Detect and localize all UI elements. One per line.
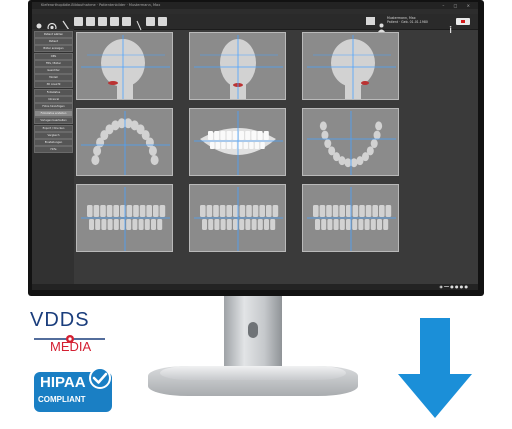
face-right-image bbox=[307, 35, 396, 99]
face-left-image bbox=[81, 35, 170, 99]
draw-line-icon[interactable] bbox=[62, 16, 70, 31]
hipaa-subtitle: COMPLIANT bbox=[38, 395, 86, 404]
camera-icon[interactable] bbox=[46, 17, 58, 33]
layout-grid-icon[interactable] bbox=[74, 17, 83, 26]
photo-face-front[interactable] bbox=[189, 32, 286, 100]
sidebar-item[interactable]: Einstellungen bbox=[34, 139, 73, 146]
compare-icon[interactable] bbox=[158, 17, 167, 26]
download-arrow-icon bbox=[398, 318, 472, 424]
toolbar: Mustermann, Max Patient · Geb. 01.01.198… bbox=[32, 14, 478, 33]
arch-lower-image bbox=[307, 111, 396, 175]
photo-teeth-left[interactable] bbox=[76, 184, 173, 252]
record-button[interactable] bbox=[456, 18, 470, 25]
vdds-media-text: MEDIA bbox=[50, 339, 92, 354]
checkmark-icon bbox=[88, 366, 112, 394]
photo-face-left[interactable] bbox=[76, 32, 173, 100]
import-photo-icon[interactable] bbox=[86, 17, 95, 26]
sidebar-item[interactable]: Bilder anzeigen bbox=[34, 45, 73, 53]
cable-hole bbox=[248, 322, 258, 338]
sidebar-item[interactable]: Modell bbox=[34, 74, 73, 82]
sidebar-item[interactable]: Patient wählen bbox=[34, 31, 73, 38]
sidebar-item[interactable]: Vorlagen bearbeiten bbox=[34, 117, 73, 125]
zoom-controls[interactable]: ◉ ━━ ● ● ● ● bbox=[439, 284, 468, 290]
sidebar-item[interactable]: Hilfe bbox=[34, 146, 73, 154]
patient-avatar bbox=[378, 17, 385, 32]
user-icon[interactable] bbox=[35, 17, 43, 32]
photo-arch-lower[interactable] bbox=[302, 108, 399, 176]
export-icon[interactable] bbox=[146, 17, 155, 26]
teeth-front-image bbox=[194, 187, 283, 251]
photo-smile[interactable] bbox=[189, 108, 286, 176]
separator-icon bbox=[136, 16, 142, 31]
arch-upper-image bbox=[81, 111, 170, 175]
face-front-image bbox=[194, 35, 283, 99]
window-title: Kieferorthopädie-Bildaufnahme · Patiente… bbox=[41, 3, 161, 7]
photo-teeth-front[interactable] bbox=[189, 184, 286, 252]
patient-info: Mustermann, Max Patient · Geb. 01.01.198… bbox=[387, 16, 445, 27]
sidebar-item[interactable]: Export / Drucken bbox=[34, 124, 73, 132]
patient-details: Patient · Geb. 01.01.1980 bbox=[387, 20, 428, 24]
sidebar-item[interactable]: FRS / Bilder bbox=[34, 59, 73, 67]
photo-face-right[interactable] bbox=[302, 32, 399, 100]
sidebar-item[interactable]: Fotostatus bbox=[34, 88, 73, 96]
print-icon[interactable] bbox=[122, 17, 131, 26]
app-screen: Kieferorthopädie-Bildaufnahme · Patiente… bbox=[32, 2, 478, 290]
teeth-left-image bbox=[81, 187, 170, 251]
face-view-icon[interactable] bbox=[98, 17, 107, 26]
sidebar: Patient wählen Patient Bilder anzeigen OPG F… bbox=[32, 29, 74, 290]
sidebar-item[interactable]: OPG bbox=[34, 52, 73, 60]
smile-image bbox=[194, 111, 283, 175]
hipaa-title: HIPAA bbox=[40, 374, 86, 391]
photo-arch-upper[interactable] bbox=[76, 108, 173, 176]
status-bar: ◉ ━━ ● ● ● ● bbox=[32, 284, 478, 290]
photo-teeth-right[interactable] bbox=[302, 184, 399, 252]
info-icon[interactable] bbox=[448, 18, 453, 33]
monitor-icon[interactable] bbox=[366, 17, 375, 25]
monitor-stand-base-top bbox=[160, 366, 346, 380]
sidebar-item[interactable]: Patient bbox=[34, 38, 73, 46]
teeth-right-image bbox=[307, 187, 396, 251]
title-bar: Kieferorthopädie-Bildaufnahme · Patiente… bbox=[32, 2, 478, 9]
sidebar-item[interactable]: Fotos hinzufügen bbox=[34, 103, 73, 110]
sidebar-item[interactable]: Gesichter bbox=[34, 67, 73, 74]
sidebar-item[interactable]: Vergleich bbox=[34, 131, 73, 139]
save-icon[interactable] bbox=[110, 17, 119, 26]
sidebar-item[interactable]: Fotostatus erstellen bbox=[34, 110, 73, 118]
vdds-logo-mark bbox=[32, 329, 107, 343]
sidebar-item[interactable]: 3D Ansicht bbox=[34, 81, 73, 89]
sidebar-item[interactable]: Intraoral bbox=[34, 95, 73, 103]
window-controls[interactable]: – □ × bbox=[442, 2, 474, 9]
